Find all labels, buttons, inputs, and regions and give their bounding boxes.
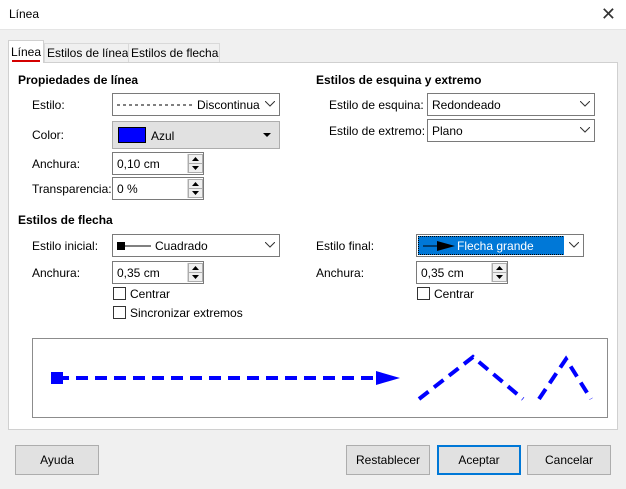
preview-canvas [51, 354, 593, 401]
cancel-button-label: Cancelar [544, 453, 594, 467]
spin-up-icon [192, 266, 199, 270]
cap-select[interactable]: Plano [427, 119, 595, 142]
end-width-value: 0,35 cm [421, 266, 464, 280]
transparency-decrement[interactable] [188, 188, 203, 198]
transparency-spinbox[interactable]: 0 % [112, 177, 204, 200]
chevron-down-icon [580, 127, 590, 133]
ok-button-label: Aceptar [458, 453, 500, 467]
transparency-value: 0 % [117, 182, 138, 196]
arrow-styles-title: Estilos de flecha [18, 213, 113, 227]
corner-label: Estilo de esquina: [329, 98, 424, 112]
large-arrow-end-icon [423, 241, 455, 251]
end-center-label: Centrar [434, 287, 475, 301]
start-style-value: Cuadrado [155, 239, 208, 253]
tab-estilos-flecha[interactable]: Estilos de flecha [128, 43, 220, 63]
color-value: Azul [151, 129, 175, 143]
corner-cap-title: Estilos de esquina y extremo [316, 73, 482, 87]
spin-down-icon [192, 166, 199, 170]
ok-button[interactable]: Aceptar [437, 445, 521, 475]
corner-select[interactable]: Redondeado [427, 93, 595, 116]
start-width-value: 0,35 cm [117, 266, 160, 280]
start-width-spinner[interactable] [187, 263, 203, 282]
width-label: Anchura: [32, 157, 81, 171]
cancel-button[interactable]: Cancelar [527, 445, 611, 475]
corner-value: Redondeado [432, 98, 501, 112]
close-icon[interactable]: ✕ [601, 4, 616, 24]
caret-down-icon [263, 133, 271, 137]
end-style-dropdown-button[interactable] [564, 236, 582, 255]
style-dropdown-button[interactable] [260, 95, 278, 114]
start-style-select[interactable]: Cuadrado [112, 234, 280, 257]
reset-button[interactable]: Restablecer [346, 445, 430, 475]
transparency-spinner[interactable] [187, 179, 203, 198]
end-width-label: Anchura: [316, 266, 365, 280]
chevron-down-icon [580, 101, 590, 107]
preview-zigzag-right [537, 355, 593, 401]
chevron-down-icon [569, 242, 579, 248]
end-style-value: Flecha grande [457, 239, 534, 253]
width-spinbox[interactable]: 0,10 cm [112, 152, 204, 175]
width-spinner[interactable] [187, 154, 203, 173]
color-swatch [118, 127, 146, 143]
color-label: Color: [32, 128, 65, 142]
help-button[interactable]: Ayuda [15, 445, 99, 475]
chevron-down-icon [265, 242, 275, 248]
corner-dropdown-button[interactable] [575, 95, 593, 114]
end-style-label: Estilo final: [316, 239, 375, 253]
sync-ends-label: Sincronizar extremos [130, 306, 243, 320]
end-width-spinner[interactable] [491, 263, 507, 282]
start-center-checkbox[interactable] [113, 287, 126, 300]
spin-down-icon [192, 191, 199, 195]
tab-estilos-linea-label: Estilos de línea [47, 46, 129, 60]
spin-up-icon [192, 157, 199, 161]
spin-down-icon [496, 275, 503, 279]
style-value: Discontinua [197, 98, 260, 112]
color-select[interactable]: Azul [112, 121, 280, 149]
cap-dropdown-button[interactable] [575, 121, 593, 140]
tab-linea-label: Línea [11, 45, 42, 59]
cap-label: Estilo de extremo: [329, 124, 426, 138]
sync-ends-checkbox[interactable] [113, 306, 126, 319]
preview-end-arrow [376, 371, 400, 385]
tab-panel: Propiedades de línea Estilo: Discontinua… [8, 62, 618, 430]
end-width-decrement[interactable] [492, 272, 507, 282]
width-decrement[interactable] [188, 163, 203, 173]
spin-up-icon [496, 266, 503, 270]
preview-start-square [51, 372, 63, 384]
transparency-label: Transparencia: [32, 182, 112, 196]
square-start-icon [117, 242, 151, 250]
tab-estilos-flecha-label: Estilos de flecha [131, 46, 219, 60]
preview-zigzag-left [417, 354, 525, 401]
dashed-line-sample [117, 104, 193, 106]
start-width-label: Anchura: [32, 266, 81, 280]
start-style-dropdown-button[interactable] [260, 236, 278, 255]
title-bar: Línea ✕ [0, 0, 626, 30]
end-center-checkbox[interactable] [417, 287, 430, 300]
tab-estilos-linea[interactable]: Estilos de línea [44, 43, 129, 63]
line-preview [32, 338, 608, 418]
end-style-select[interactable]: Flecha grande [416, 234, 584, 257]
style-label: Estilo: [32, 98, 65, 112]
cap-value: Plano [432, 124, 463, 138]
window-title: Línea [9, 7, 40, 21]
start-style-label: Estilo inicial: [32, 239, 99, 253]
end-width-spinbox[interactable]: 0,35 cm [416, 261, 508, 284]
style-select[interactable]: Discontinua [112, 93, 280, 116]
tab-active-underline [12, 60, 40, 62]
width-value: 0,10 cm [117, 157, 160, 171]
reset-button-label: Restablecer [355, 453, 421, 467]
spin-down-icon [192, 275, 199, 279]
start-width-spinbox[interactable]: 0,35 cm [112, 261, 204, 284]
start-center-label: Centrar [130, 287, 171, 301]
help-button-label: Ayuda [40, 453, 74, 467]
start-width-decrement[interactable] [188, 272, 203, 282]
line-properties-title: Propiedades de línea [18, 73, 139, 87]
chevron-down-icon [265, 101, 275, 107]
spin-up-icon [192, 182, 199, 186]
tab-linea[interactable]: Línea [8, 40, 44, 63]
